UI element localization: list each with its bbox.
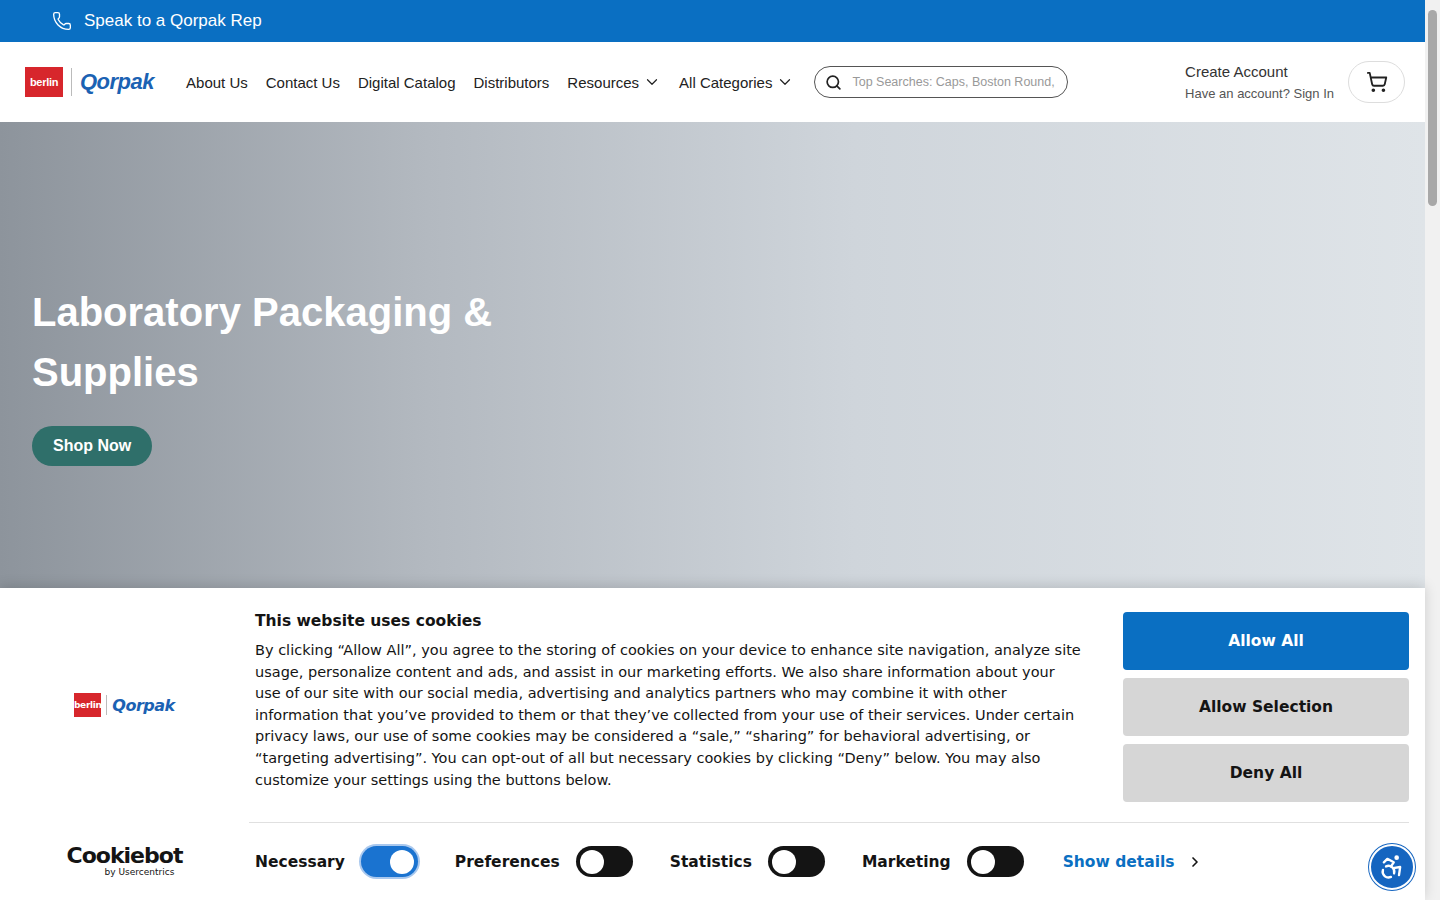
cart-icon bbox=[1366, 71, 1388, 93]
banner-title: This website uses cookies bbox=[255, 612, 1083, 630]
consent-button[interactable]: Allow All bbox=[1123, 612, 1409, 670]
search-icon bbox=[825, 74, 842, 91]
nav-item[interactable]: Contact Us bbox=[266, 74, 340, 91]
nav: About Us Contact Us Digital Catalog Distrib… bbox=[186, 73, 794, 91]
main: Speak to a Qorpak Rep berlin Qorpak About U… bbox=[0, 0, 1425, 900]
search-input[interactable] bbox=[850, 74, 1059, 90]
toggle-track[interactable] bbox=[768, 846, 825, 877]
nav-item[interactable]: All Categories bbox=[679, 73, 794, 91]
accessibility-icon bbox=[1378, 853, 1406, 881]
provider-logo: Cookiebotby Usercentrics bbox=[0, 822, 249, 900]
consent-toggle[interactable]: Statistics bbox=[670, 846, 825, 877]
brand-name: Qorpak bbox=[80, 69, 154, 95]
create-account-link[interactable]: Create Account bbox=[1185, 63, 1334, 80]
toggle-track[interactable] bbox=[361, 846, 418, 877]
nav-item[interactable]: Resources bbox=[567, 73, 661, 91]
consent-button[interactable]: Deny All bbox=[1123, 744, 1409, 802]
logo-divider bbox=[106, 695, 107, 715]
toggle-knob bbox=[390, 850, 414, 874]
banner-body: By clicking “Allow All”, you agree to th… bbox=[255, 640, 1083, 791]
brand-name: Qorpak bbox=[112, 696, 174, 715]
consent-toggle[interactable]: Marketing bbox=[862, 846, 1024, 877]
banner-text: This website uses cookies By clicking “Al… bbox=[255, 612, 1083, 802]
accessibility-button[interactable] bbox=[1369, 844, 1415, 890]
cart-button[interactable] bbox=[1348, 61, 1405, 103]
logo[interactable]: berlin Qorpak bbox=[25, 67, 154, 97]
consent-toggle[interactable]: Necessary bbox=[255, 846, 418, 877]
search-box[interactable] bbox=[814, 66, 1068, 98]
chevron-down-icon bbox=[776, 73, 794, 91]
scrollbar-thumb[interactable] bbox=[1428, 10, 1437, 206]
toggle-track[interactable] bbox=[576, 846, 633, 877]
nav-item[interactable]: Distributors bbox=[474, 74, 550, 91]
consent-button[interactable]: Allow Selection bbox=[1123, 678, 1409, 736]
header: berlin Qorpak About Us Contact Us Digital Ca… bbox=[0, 42, 1425, 122]
page: Speak to a Qorpak Rep berlin Qorpak About U… bbox=[0, 0, 1440, 900]
nav-item[interactable]: About Us bbox=[186, 74, 248, 91]
account: Create Account Have an account? Sign In bbox=[1185, 63, 1334, 101]
consent-toggle[interactable]: Preferences bbox=[455, 846, 633, 877]
consent-toggles: Necessary Preferences Statistics Marketing S… bbox=[249, 822, 1409, 900]
logo-divider bbox=[71, 68, 72, 96]
provider-by: by Usercentrics bbox=[105, 867, 175, 877]
shop-now-button[interactable]: Shop Now bbox=[32, 426, 152, 466]
banner-buttons: Allow All Allow Selection Deny All bbox=[1123, 612, 1409, 802]
show-details-link[interactable]: Show details bbox=[1063, 853, 1203, 871]
chevron-down-icon bbox=[643, 73, 661, 91]
banner-logo: berlin Qorpak bbox=[0, 588, 249, 822]
hero-title: Laboratory Packaging & Supplies bbox=[32, 282, 552, 402]
toggle-knob bbox=[971, 850, 995, 874]
scrollbar[interactable] bbox=[1425, 0, 1440, 900]
rep-link[interactable]: Speak to a Qorpak Rep bbox=[84, 11, 262, 31]
nav-item[interactable]: Digital Catalog bbox=[358, 74, 456, 91]
phone-icon bbox=[52, 11, 72, 31]
toggle-knob bbox=[580, 850, 604, 874]
cookie-banner: berlin Qorpak This website uses cookies By … bbox=[0, 588, 1425, 900]
chevron-right-icon bbox=[1187, 854, 1203, 870]
banner-content: This website uses cookies By clicking “Al… bbox=[249, 588, 1425, 822]
provider-name: Cookiebot bbox=[67, 845, 183, 867]
berlin-badge: berlin bbox=[74, 693, 101, 717]
top-bar[interactable]: Speak to a Qorpak Rep bbox=[0, 0, 1425, 42]
sign-in-link[interactable]: Have an account? Sign In bbox=[1185, 86, 1334, 101]
toggle-knob bbox=[772, 850, 796, 874]
berlin-badge: berlin bbox=[25, 67, 63, 97]
toggle-track[interactable] bbox=[967, 846, 1024, 877]
